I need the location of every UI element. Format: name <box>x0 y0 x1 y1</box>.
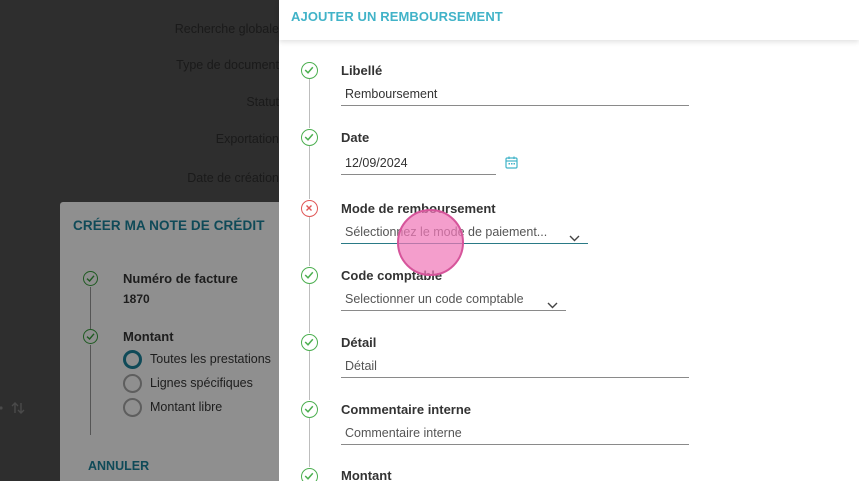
cancel-button[interactable]: ANNULER <box>88 459 149 473</box>
accounting-code-select[interactable]: Selectionner un code comptable <box>341 289 566 311</box>
drawer-header: AJOUTER UN REMBOURSEMENT <box>279 0 859 40</box>
error-circle-icon <box>301 200 318 217</box>
date-label: Date <box>341 130 370 145</box>
step-connector <box>309 284 310 333</box>
filter-label-creation-date: Date de création <box>187 171 279 185</box>
check-circle-icon <box>301 129 318 146</box>
filter-label-export: Exportation <box>215 132 279 146</box>
payment-mode-select[interactable]: Sélectionnez le mode de paiement... <box>341 222 588 244</box>
radio-free-amount-label: Montant libre <box>150 400 223 414</box>
step-connector <box>309 351 310 400</box>
chevron-down-icon <box>569 228 580 248</box>
step-connector <box>309 79 310 128</box>
internal-comment-label: Commentaire interne <box>341 402 472 417</box>
chevron-down-icon <box>547 295 558 315</box>
filter-label-global-search: Recherche globale <box>174 22 279 36</box>
filter-label-document-type: Type de document <box>176 58 279 72</box>
check-circle-icon <box>301 468 318 481</box>
internal-comment-input[interactable]: Commentaire interne <box>341 423 689 445</box>
accounting-code-placeholder: Selectionner un code comptable <box>345 292 524 306</box>
step-connector <box>309 146 310 199</box>
radio-free-amount[interactable] <box>123 398 142 417</box>
check-circle-icon <box>301 334 318 351</box>
step-connector <box>90 287 91 329</box>
invoice-number-value: 1870 <box>123 292 150 306</box>
step-connector <box>90 345 91 435</box>
calendar-icon[interactable] <box>505 156 518 174</box>
credit-note-modal-title: CRÉER MA NOTE DE CRÉDIT <box>73 218 265 233</box>
detail-input[interactable]: Détail <box>341 356 689 378</box>
check-circle-icon <box>83 271 98 286</box>
step-connector <box>309 418 310 467</box>
amount-field-label: Montant <box>341 468 392 481</box>
detail-label: Détail <box>341 335 377 350</box>
radio-specific-lines-label: Lignes spécifiques <box>150 376 253 390</box>
sort-arrows-icon[interactable] <box>0 400 30 419</box>
invoice-number-label: Numéro de facture <box>123 271 238 286</box>
check-circle-icon <box>301 267 318 284</box>
filter-label-status: Statut <box>246 95 279 109</box>
credit-note-modal: CRÉER MA NOTE DE CRÉDIT Numéro de factur… <box>60 202 290 481</box>
radio-specific-lines[interactable] <box>123 374 142 393</box>
date-input[interactable]: 12/09/2024 <box>341 153 496 175</box>
amount-label: Montant <box>123 329 174 344</box>
libelle-input[interactable]: Remboursement <box>341 84 689 106</box>
libelle-label: Libellé <box>341 63 383 78</box>
check-circle-icon <box>83 329 98 344</box>
drawer-title: AJOUTER UN REMBOURSEMENT <box>291 9 503 24</box>
step-connector <box>309 217 310 266</box>
check-circle-icon <box>301 62 318 79</box>
click-indicator <box>397 209 464 276</box>
add-refund-drawer: AJOUTER UN REMBOURSEMENT Libellé Rembour… <box>279 0 859 481</box>
radio-all-services-label: Toutes les prestations <box>150 352 271 366</box>
radio-all-services[interactable] <box>123 350 142 369</box>
check-circle-icon <box>301 401 318 418</box>
